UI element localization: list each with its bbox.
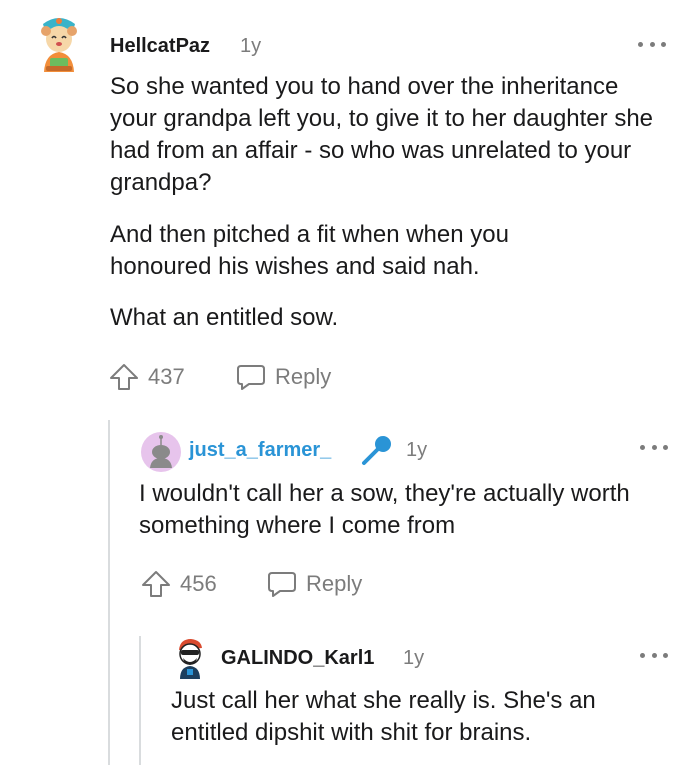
- comment-age: 1y: [406, 439, 428, 461]
- comment-username[interactable]: HellcatPaz: [110, 35, 210, 58]
- more-options-icon[interactable]: [640, 648, 668, 662]
- upvote-arrow-icon: [108, 362, 140, 392]
- user-avatar[interactable]: [139, 430, 183, 474]
- comment-body-paragraph: So she wanted you to hand over the inher…: [110, 73, 654, 196]
- user-avatar[interactable]: [170, 636, 210, 680]
- upvote-count: 456: [180, 571, 217, 596]
- comment-age: 1y: [240, 35, 262, 57]
- reply-button[interactable]: Reply: [235, 362, 331, 392]
- microphone-icon: [359, 432, 395, 473]
- reply-bubble-icon: [235, 362, 267, 392]
- comment-username[interactable]: GALINDO_Karl1: [221, 647, 374, 670]
- comment-body-paragraph: I wouldn't call her a sow, they're actua…: [139, 480, 630, 539]
- upvote-count: 437: [148, 364, 185, 389]
- upvote-button[interactable]: 437: [108, 362, 185, 392]
- reply-label: Reply: [275, 364, 332, 389]
- more-options-icon[interactable]: [638, 37, 666, 51]
- reply-label: Reply: [306, 571, 363, 596]
- reply-bubble-icon: [266, 569, 298, 599]
- more-options-icon[interactable]: [640, 440, 668, 454]
- upvote-button[interactable]: 456: [140, 569, 217, 599]
- comment-age: 1y: [403, 647, 425, 669]
- comment-username[interactable]: just_a_farmer_: [189, 439, 331, 462]
- thread-line[interactable]: [139, 636, 141, 765]
- comment-body-paragraph: And then pitched a fit when when you hon…: [110, 221, 509, 280]
- user-avatar[interactable]: [34, 14, 84, 74]
- upvote-arrow-icon: [140, 569, 172, 599]
- comment-body-paragraph: What an entitled sow.: [110, 304, 339, 331]
- comment-body-paragraph: Just call her what she really is. She's …: [171, 687, 596, 746]
- reply-button[interactable]: Reply: [266, 569, 362, 599]
- thread-line[interactable]: [108, 420, 110, 765]
